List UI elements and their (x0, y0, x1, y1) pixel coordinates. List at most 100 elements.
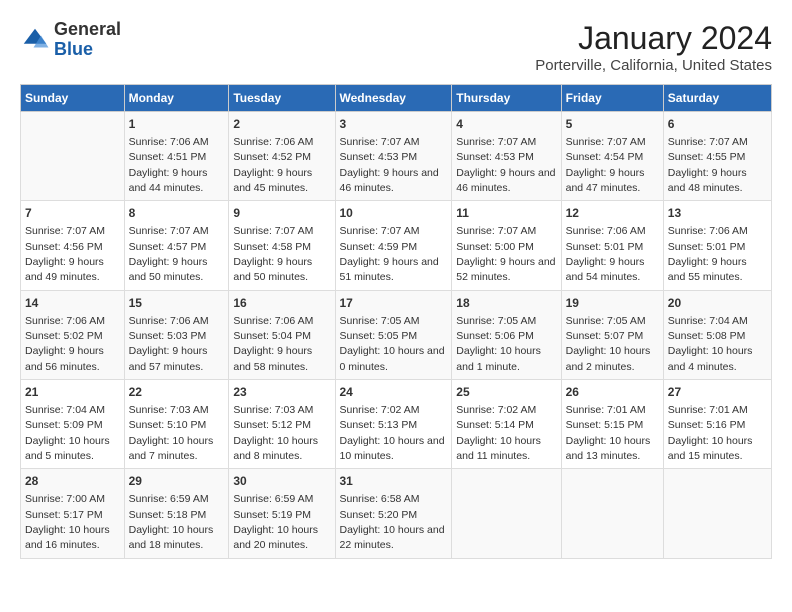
main-title: January 2024 (535, 20, 772, 57)
day-cell: 27Sunrise: 7:01 AMSunset: 5:16 PMDayligh… (663, 380, 771, 469)
col-header-saturday: Saturday (663, 85, 771, 112)
day-info: Sunrise: 7:07 AMSunset: 4:58 PMDaylight:… (233, 225, 313, 283)
day-cell (561, 469, 663, 558)
day-info: Sunrise: 7:06 AMSunset: 5:03 PMDaylight:… (129, 315, 209, 373)
day-cell: 31 Sunrise: 6:58 AMSunset: 5:20 PMDayligh… (335, 469, 452, 558)
day-info: Sunrise: 7:07 AMSunset: 4:53 PMDaylight:… (456, 136, 555, 194)
day-number: 16 (233, 295, 330, 312)
day-number: 28 (25, 473, 120, 490)
day-cell: 23 Sunrise: 7:03 AMSunset: 5:12 PMDayligh… (229, 380, 335, 469)
day-cell: 18Sunrise: 7:05 AMSunset: 5:06 PMDayligh… (452, 290, 561, 379)
week-row-5: 28 Sunrise: 7:00 AMSunset: 5:17 PMDayligh… (21, 469, 772, 558)
day-number: 9 (233, 205, 330, 222)
day-info: Sunrise: 7:02 AMSunset: 5:14 PMDaylight:… (456, 404, 541, 462)
day-info: Sunrise: 7:07 AMSunset: 4:53 PMDaylight:… (340, 136, 439, 194)
day-number: 12 (566, 205, 659, 222)
day-cell: 25Sunrise: 7:02 AMSunset: 5:14 PMDayligh… (452, 380, 561, 469)
day-cell: 29 Sunrise: 6:59 AMSunset: 5:18 PMDayligh… (124, 469, 229, 558)
day-info: Sunrise: 7:03 AMSunset: 5:12 PMDaylight:… (233, 404, 318, 462)
day-info: Sunrise: 7:06 AMSunset: 5:02 PMDaylight:… (25, 315, 105, 373)
day-cell: 22Sunrise: 7:03 AMSunset: 5:10 PMDayligh… (124, 380, 229, 469)
day-info: Sunrise: 7:00 AMSunset: 5:17 PMDaylight:… (25, 493, 110, 551)
day-info: Sunrise: 7:07 AMSunset: 4:55 PMDaylight:… (668, 136, 748, 194)
col-header-tuesday: Tuesday (229, 85, 335, 112)
day-info: Sunrise: 7:06 AMSunset: 5:01 PMDaylight:… (566, 225, 646, 283)
header-row: SundayMondayTuesdayWednesdayThursdayFrid… (21, 85, 772, 112)
day-number: 11 (456, 205, 556, 222)
day-info: Sunrise: 7:05 AMSunset: 5:07 PMDaylight:… (566, 315, 651, 373)
day-cell (663, 469, 771, 558)
day-number: 3 (340, 116, 448, 133)
day-info: Sunrise: 7:02 AMSunset: 5:13 PMDaylight:… (340, 404, 445, 462)
col-header-friday: Friday (561, 85, 663, 112)
day-cell: 28 Sunrise: 7:00 AMSunset: 5:17 PMDayligh… (21, 469, 125, 558)
day-number: 19 (566, 295, 659, 312)
day-number: 4 (456, 116, 556, 133)
day-info: Sunrise: 7:04 AMSunset: 5:08 PMDaylight:… (668, 315, 753, 373)
day-number: 26 (566, 384, 659, 401)
day-info: Sunrise: 7:05 AMSunset: 5:05 PMDaylight:… (340, 315, 445, 373)
day-cell: 6 Sunrise: 7:07 AMSunset: 4:55 PMDaylight… (663, 112, 771, 201)
day-cell: 13 Sunrise: 7:06 AMSunset: 5:01 PMDayligh… (663, 201, 771, 290)
week-row-4: 21 Sunrise: 7:04 AMSunset: 5:09 PMDayligh… (21, 380, 772, 469)
day-number: 7 (25, 205, 120, 222)
day-number: 31 (340, 473, 448, 490)
calendar-table: SundayMondayTuesdayWednesdayThursdayFrid… (20, 84, 772, 559)
day-number: 21 (25, 384, 120, 401)
day-cell: 14 Sunrise: 7:06 AMSunset: 5:02 PMDayligh… (21, 290, 125, 379)
week-row-3: 14 Sunrise: 7:06 AMSunset: 5:02 PMDayligh… (21, 290, 772, 379)
day-cell: 2Sunrise: 7:06 AMSunset: 4:52 PMDaylight… (229, 112, 335, 201)
day-number: 13 (668, 205, 767, 222)
day-cell: 17 Sunrise: 7:05 AMSunset: 5:05 PMDayligh… (335, 290, 452, 379)
day-info: Sunrise: 7:06 AMSunset: 5:01 PMDaylight:… (668, 225, 748, 283)
day-number: 15 (129, 295, 225, 312)
day-cell: 20 Sunrise: 7:04 AMSunset: 5:08 PMDayligh… (663, 290, 771, 379)
week-row-1: 1Sunrise: 7:06 AMSunset: 4:51 PMDaylight… (21, 112, 772, 201)
day-number: 20 (668, 295, 767, 312)
logo-blue: Blue (54, 40, 121, 60)
day-info: Sunrise: 7:07 AMSunset: 4:54 PMDaylight:… (566, 136, 646, 194)
day-number: 17 (340, 295, 448, 312)
day-number: 22 (129, 384, 225, 401)
day-info: Sunrise: 7:07 AMSunset: 4:56 PMDaylight:… (25, 225, 105, 283)
day-cell: 3 Sunrise: 7:07 AMSunset: 4:53 PMDaylight… (335, 112, 452, 201)
day-cell: 5 Sunrise: 7:07 AMSunset: 4:54 PMDaylight… (561, 112, 663, 201)
day-number: 10 (340, 205, 448, 222)
subtitle: Porterville, California, United States (535, 57, 772, 74)
day-info: Sunrise: 7:04 AMSunset: 5:09 PMDaylight:… (25, 404, 110, 462)
day-number: 2 (233, 116, 330, 133)
day-cell: 1Sunrise: 7:06 AMSunset: 4:51 PMDaylight… (124, 112, 229, 201)
day-cell (452, 469, 561, 558)
day-cell: 19 Sunrise: 7:05 AMSunset: 5:07 PMDayligh… (561, 290, 663, 379)
day-number: 27 (668, 384, 767, 401)
day-cell: 24 Sunrise: 7:02 AMSunset: 5:13 PMDayligh… (335, 380, 452, 469)
day-info: Sunrise: 6:59 AMSunset: 5:18 PMDaylight:… (129, 493, 214, 551)
day-number: 30 (233, 473, 330, 490)
day-number: 8 (129, 205, 225, 222)
day-number: 23 (233, 384, 330, 401)
logo-text: General Blue (54, 20, 121, 60)
day-number: 24 (340, 384, 448, 401)
day-info: Sunrise: 6:58 AMSunset: 5:20 PMDaylight:… (340, 493, 445, 551)
day-cell: 10Sunrise: 7:07 AMSunset: 4:59 PMDayligh… (335, 201, 452, 290)
day-cell: 4 Sunrise: 7:07 AMSunset: 4:53 PMDaylight… (452, 112, 561, 201)
day-info: Sunrise: 7:06 AMSunset: 5:04 PMDaylight:… (233, 315, 313, 373)
col-header-monday: Monday (124, 85, 229, 112)
day-cell: 7 Sunrise: 7:07 AMSunset: 4:56 PMDaylight… (21, 201, 125, 290)
day-cell: 12 Sunrise: 7:06 AMSunset: 5:01 PMDayligh… (561, 201, 663, 290)
day-number: 1 (129, 116, 225, 133)
day-cell: 9 Sunrise: 7:07 AMSunset: 4:58 PMDaylight… (229, 201, 335, 290)
day-cell: 8Sunrise: 7:07 AMSunset: 4:57 PMDaylight… (124, 201, 229, 290)
logo: General Blue (20, 20, 121, 60)
day-number: 6 (668, 116, 767, 133)
day-number: 14 (25, 295, 120, 312)
col-header-thursday: Thursday (452, 85, 561, 112)
col-header-sunday: Sunday (21, 85, 125, 112)
day-number: 29 (129, 473, 225, 490)
day-number: 5 (566, 116, 659, 133)
col-header-wednesday: Wednesday (335, 85, 452, 112)
day-cell: 11Sunrise: 7:07 AMSunset: 5:00 PMDayligh… (452, 201, 561, 290)
day-info: Sunrise: 7:01 AMSunset: 5:15 PMDaylight:… (566, 404, 651, 462)
page-header: General Blue January 2024 Porterville, C… (20, 20, 772, 74)
title-block: January 2024 Porterville, California, Un… (535, 20, 772, 74)
